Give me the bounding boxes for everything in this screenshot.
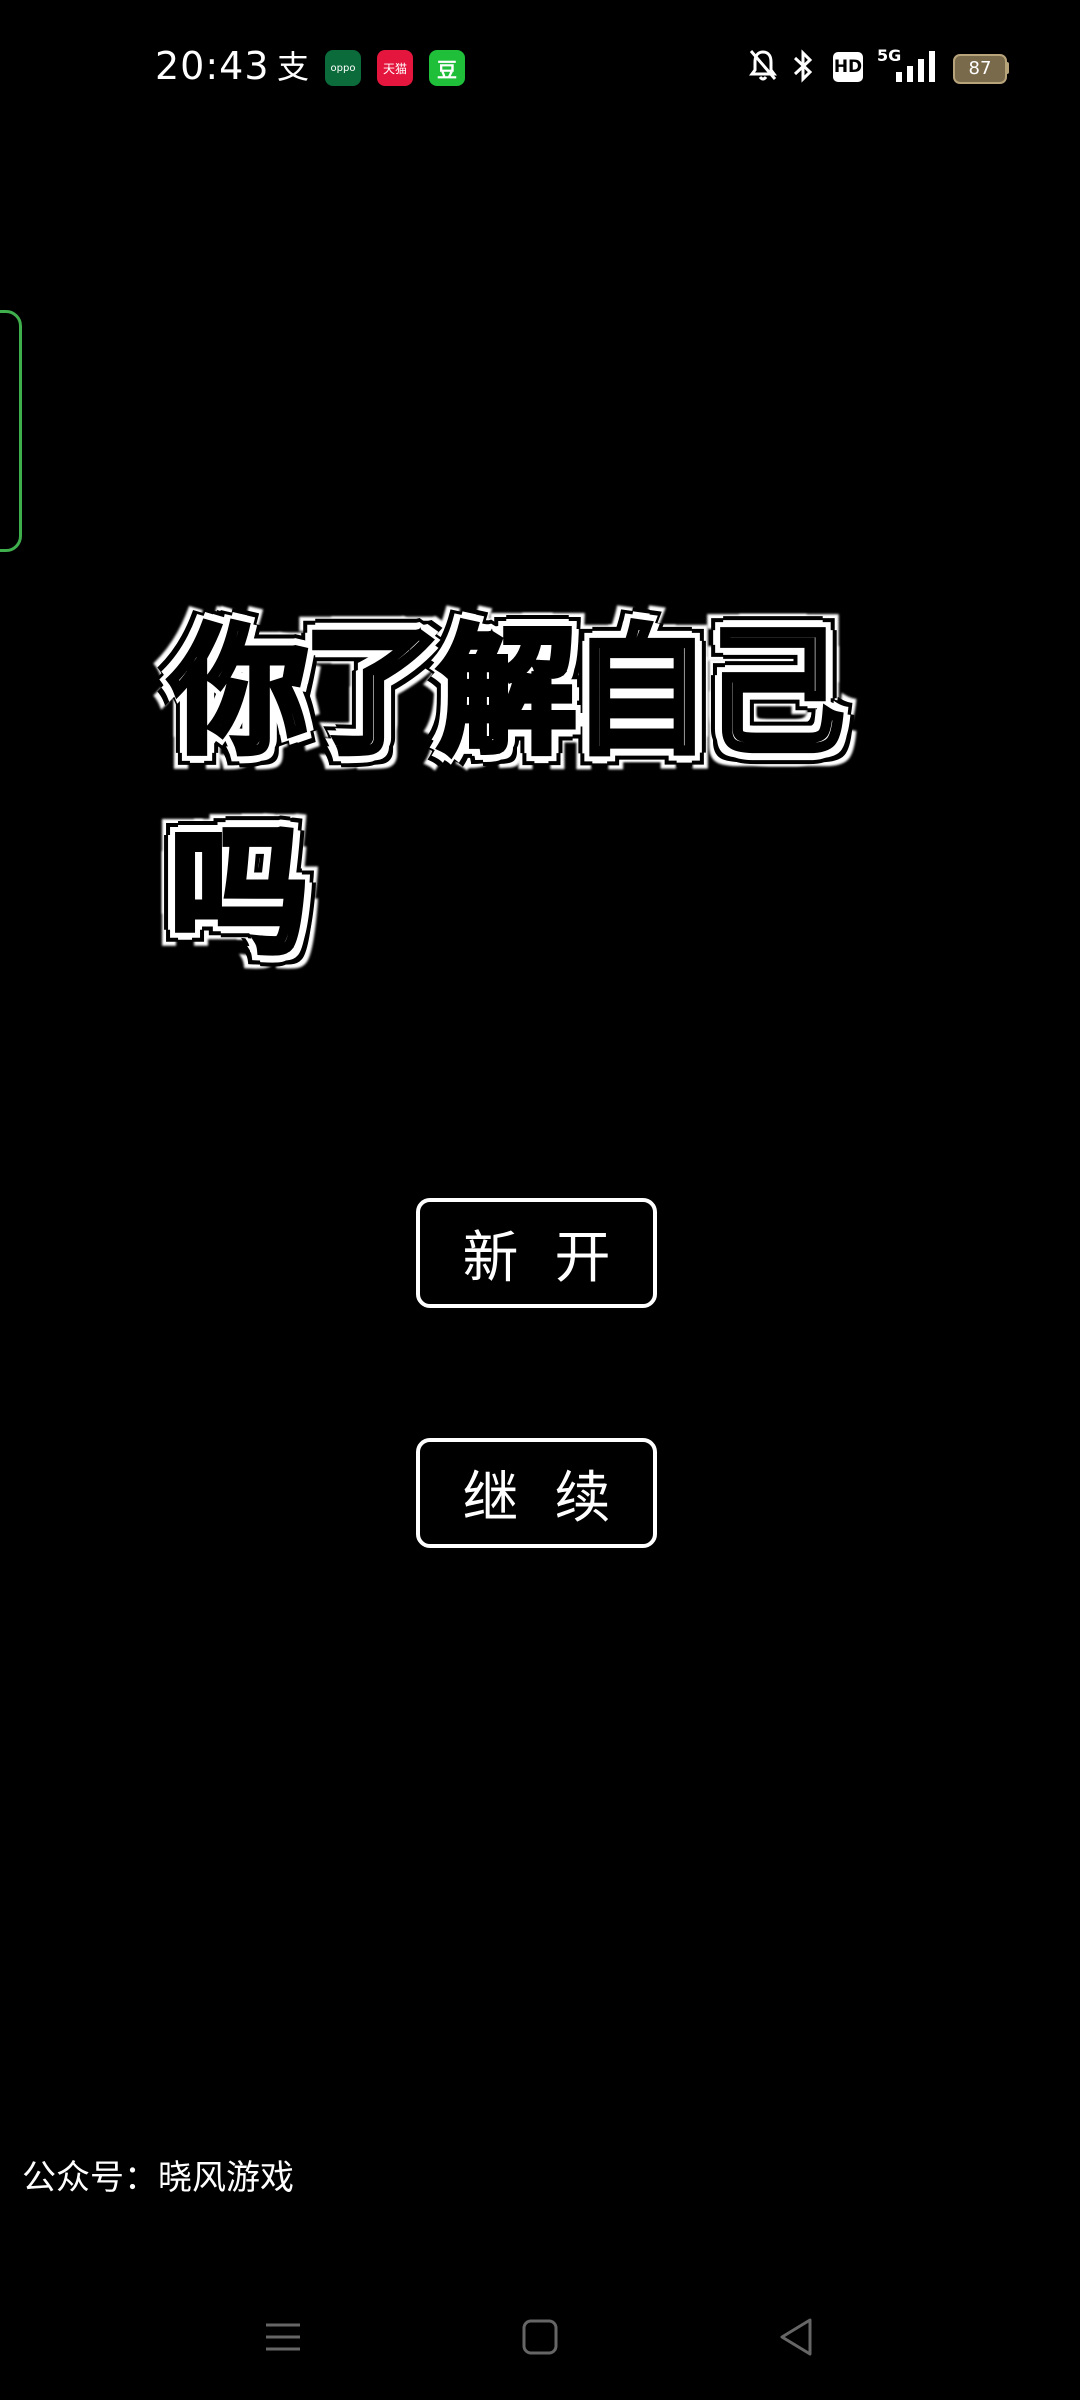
alipay-icon: 支 bbox=[276, 48, 309, 86]
new-game-button[interactable]: 新开 bbox=[416, 1198, 657, 1308]
mute-bell-icon bbox=[748, 48, 778, 88]
battery-tip bbox=[1005, 62, 1009, 74]
back-icon[interactable] bbox=[772, 2312, 822, 2362]
home-icon[interactable] bbox=[515, 2312, 565, 2362]
hd-icon: HD bbox=[833, 52, 863, 82]
floating-side-tab[interactable] bbox=[0, 310, 22, 552]
recent-apps-icon[interactable] bbox=[258, 2312, 308, 2362]
battery-icon: 87 bbox=[953, 54, 1007, 84]
bluetooth-icon bbox=[790, 48, 816, 88]
game-title: 你了解自己吗 bbox=[167, 609, 847, 976]
signal-icon bbox=[896, 50, 940, 88]
continue-button[interactable]: 继续 bbox=[416, 1438, 657, 1548]
douban-icon: 豆 bbox=[429, 50, 465, 86]
oppo-icon: oppo bbox=[325, 50, 361, 86]
official-account-text: 公众号：晓风游戏 bbox=[22, 2158, 294, 2198]
status-bar: 20:43 支 oppo 天猫 豆 HD 5G 87 bbox=[0, 0, 1080, 140]
status-time: 20:43 bbox=[155, 44, 270, 88]
navigation-bar bbox=[0, 2290, 1080, 2380]
tmall-icon: 天猫 bbox=[377, 50, 413, 86]
